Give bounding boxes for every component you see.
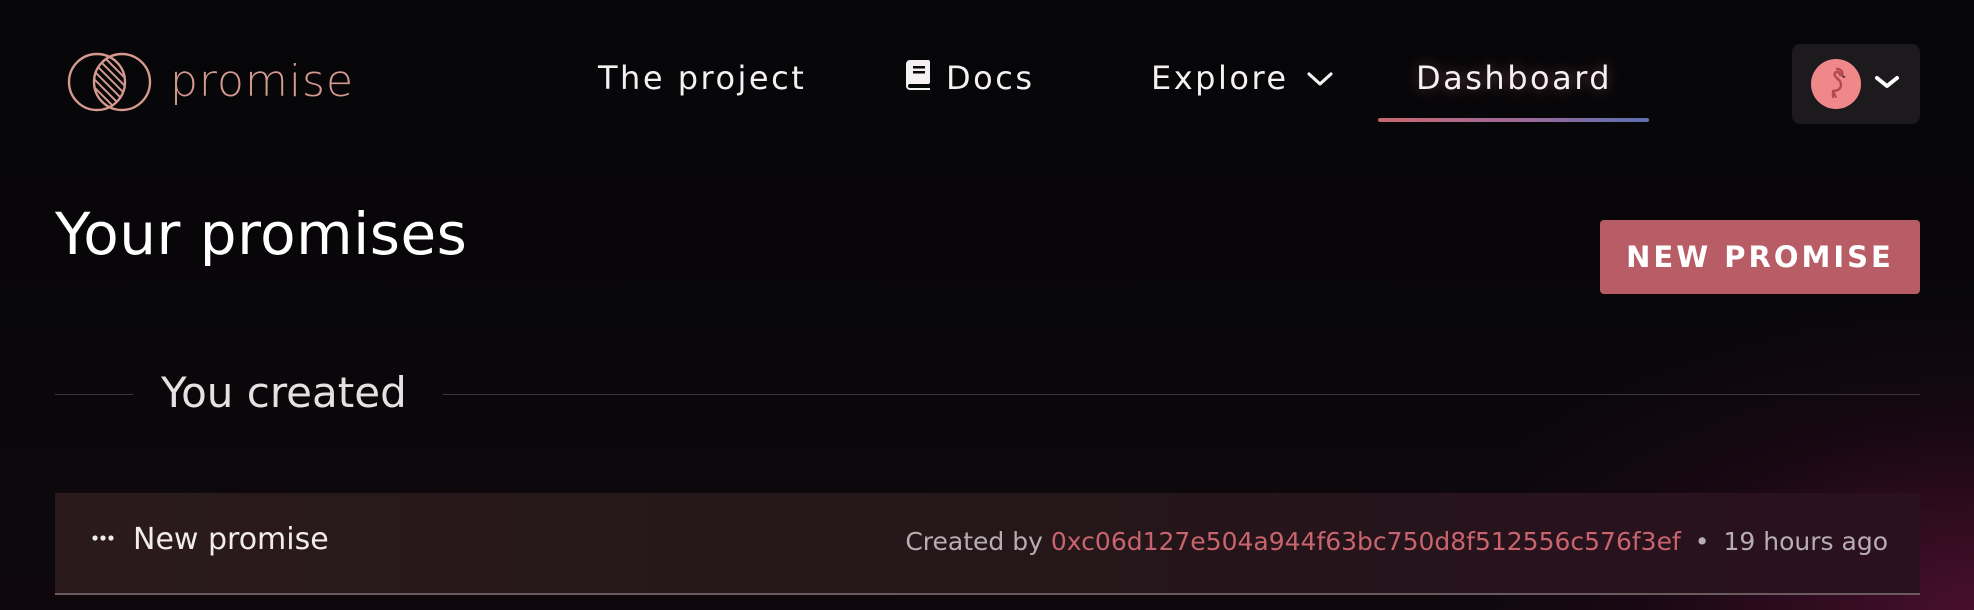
promise-timestamp: 19 hours ago bbox=[1723, 527, 1888, 556]
active-tab-indicator bbox=[1378, 118, 1649, 122]
nav-item-docs[interactable]: Docs bbox=[904, 48, 1034, 108]
nav-item-label: Docs bbox=[946, 59, 1035, 97]
created-by-label: Created by bbox=[905, 527, 1043, 556]
nav-item-the-project[interactable]: The project bbox=[598, 48, 806, 108]
book-icon bbox=[904, 58, 932, 98]
page-title: Your promises bbox=[55, 200, 468, 268]
chevron-down-icon bbox=[1873, 73, 1901, 95]
nav-item-label: Explore bbox=[1151, 59, 1289, 97]
creator-address-link[interactable]: 0xc06d127e504a944f63bc750d8f512556c576f3… bbox=[1051, 529, 1681, 554]
nav-item-explore[interactable]: Explore bbox=[1151, 48, 1335, 108]
avatar bbox=[1811, 59, 1861, 109]
logo-mark-icon bbox=[64, 51, 156, 113]
section-divider-right bbox=[443, 394, 1920, 395]
promise-meta: Created by 0xc06d127e504a944f63bc750d8f5… bbox=[905, 529, 1888, 554]
more-options-icon[interactable] bbox=[85, 523, 121, 553]
nav-item-label: The project bbox=[598, 59, 807, 97]
promise-title: New promise bbox=[133, 522, 329, 557]
brand-logo[interactable]: promise bbox=[64, 52, 354, 112]
chevron-down-icon bbox=[1305, 59, 1335, 97]
meta-separator: • bbox=[1694, 527, 1710, 556]
section-divider-left bbox=[55, 394, 133, 395]
page: promise The project Docs Explore Dashboa… bbox=[0, 0, 1974, 610]
top-navigation-bar: promise The project Docs Explore Dashboa… bbox=[0, 0, 1974, 140]
new-promise-button[interactable]: NEW PROMISE bbox=[1600, 220, 1920, 294]
brand-name: promise bbox=[170, 56, 355, 107]
nav-item-dashboard[interactable]: Dashboard bbox=[1416, 48, 1612, 108]
promise-list-item[interactable]: New promise Created by 0xc06d127e504a944… bbox=[55, 493, 1920, 595]
flamingo-icon bbox=[1823, 65, 1849, 103]
section-title: You created bbox=[161, 368, 407, 417]
nav-item-label: Dashboard bbox=[1416, 59, 1613, 97]
account-menu-button[interactable] bbox=[1792, 44, 1920, 124]
